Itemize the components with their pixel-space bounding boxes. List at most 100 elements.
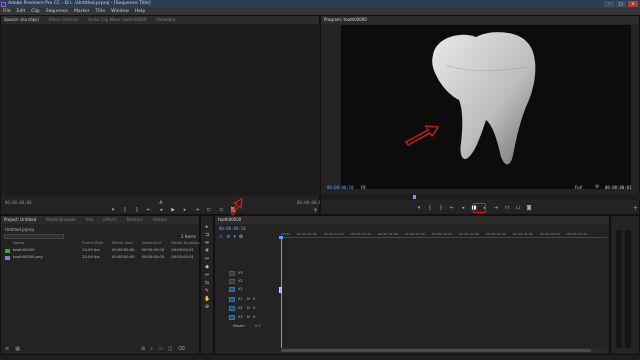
timeline-zoom-scrollbar[interactable]	[281, 348, 607, 352]
new-item-icon[interactable]: ◫	[168, 346, 173, 352]
goto-in-icon[interactable]: ⇤	[448, 205, 456, 211]
lift-icon[interactable]: ⊓	[503, 205, 511, 211]
rate-stretch-tool-icon[interactable]: ↔	[204, 256, 210, 262]
solo-icon[interactable]: S	[253, 306, 255, 310]
marker-icon[interactable]: ▾	[415, 205, 423, 211]
add-button-icon[interactable]: +	[633, 205, 638, 212]
tab-sequence[interactable]: tooth00000	[218, 216, 241, 224]
program-playhead[interactable]	[413, 195, 416, 199]
column-media-duration[interactable]: Media Duration	[171, 240, 201, 247]
scrollbar-thumb[interactable]	[281, 348, 591, 352]
program-timecode[interactable]: 00:00:00:10	[327, 185, 354, 190]
timeline-timecode[interactable]: 00:00:00:10	[219, 226, 246, 231]
minimize-button[interactable]: –	[604, 1, 614, 7]
toggle-sync-lock-icon[interactable]	[229, 271, 235, 276]
fit-dropdown[interactable]: Fit	[361, 185, 366, 190]
column-media-start[interactable]: Media Start	[112, 240, 142, 247]
solo-icon[interactable]: S	[253, 315, 255, 319]
column-frame-rate[interactable]: Frame Rate	[82, 240, 112, 247]
maximize-button[interactable]: □	[616, 1, 626, 7]
clear-icon[interactable]: ⌫	[177, 346, 184, 352]
column-media-end[interactable]: Media End	[142, 240, 172, 247]
out-icon[interactable]: }	[437, 205, 445, 211]
tab-source[interactable]: Source: (no clips)	[4, 16, 39, 24]
step-back-icon[interactable]: ◂	[157, 207, 165, 213]
tab-audio-clip-mixer[interactable]: Audio Clip Mixer: tooth00000	[88, 16, 146, 24]
timeline-ruler[interactable]: 00:00 00:00:05:00 00:00:10:00 00:00:15:0…	[281, 232, 607, 238]
mute-icon[interactable]: M	[247, 297, 250, 301]
master-level[interactable]: 0.0	[255, 324, 261, 328]
marker-icon[interactable]: ▾	[109, 207, 117, 213]
in-icon[interactable]: {	[426, 205, 434, 211]
add-button-icon[interactable]: +	[313, 207, 318, 214]
tab-effect-controls[interactable]: Effect Controls	[49, 16, 78, 24]
step-fwd-icon[interactable]: ▸	[181, 207, 189, 213]
tab-project[interactable]: Project: Untitled	[4, 216, 36, 224]
find-icon[interactable]: ⌕	[150, 346, 153, 352]
search-input[interactable]	[4, 234, 64, 239]
close-button[interactable]: ✕	[628, 1, 638, 7]
goto-out-icon[interactable]: ⇥	[193, 207, 201, 213]
tab-effects[interactable]: Effects	[103, 216, 117, 224]
tab-media-browser[interactable]: Media Browser	[46, 216, 76, 224]
menu-help[interactable]: Help	[135, 8, 145, 15]
export-frame-icon[interactable]: ◙	[525, 205, 533, 211]
source-timecode[interactable]: 00;00;00;00	[5, 200, 32, 205]
timeline-playhead[interactable]	[281, 236, 282, 350]
menu-title[interactable]: Title	[96, 8, 106, 15]
step-back-icon[interactable]: ◂	[459, 205, 467, 211]
column-name[interactable]: Name	[5, 240, 82, 247]
tab-history[interactable]: History	[153, 216, 167, 224]
tab-markers[interactable]: Markers	[127, 216, 143, 224]
goto-out-icon[interactable]: ⇥	[492, 205, 500, 211]
list-item[interactable]: tooth00000.png 25.00 fps 00:00:00:00 00:…	[5, 254, 201, 261]
source-patch-a3-icon[interactable]	[229, 315, 235, 320]
slip-tool-icon[interactable]: ⇔	[204, 272, 210, 278]
settings-wrench-icon[interactable]: ⚙	[595, 184, 599, 190]
source-viewer[interactable]	[1, 24, 321, 196]
add-marker-icon[interactable]: ▾	[233, 234, 236, 240]
program-scrub-bar[interactable]	[321, 194, 640, 200]
source-patch-a1-icon[interactable]	[229, 297, 235, 302]
tab-metadata[interactable]: Metadata	[156, 16, 175, 24]
menu-file[interactable]: File	[3, 8, 11, 15]
linked-selection-icon[interactable]: ⊚	[226, 234, 230, 240]
overwrite-icon[interactable]: ⊐	[217, 207, 225, 213]
hand-tool-icon[interactable]: ✋	[204, 296, 210, 302]
track-select-tool-icon[interactable]: ⇉	[204, 232, 210, 238]
timeline-playhead-handle[interactable]	[279, 236, 283, 239]
program-viewer[interactable]	[341, 25, 631, 189]
razor-tool-icon[interactable]: ◆	[204, 264, 210, 270]
timeline-clip[interactable]	[279, 287, 282, 293]
quality-dropdown[interactable]: Full	[575, 185, 582, 190]
snap-icon[interactable]: ⊂	[219, 234, 223, 240]
menu-marker[interactable]: Marker	[74, 8, 90, 15]
out-icon[interactable]: }	[133, 207, 141, 213]
source-patch-v1-icon[interactable]	[229, 287, 235, 292]
in-icon[interactable]: {	[121, 207, 129, 213]
timeline-settings-wrench-icon[interactable]: ⚙	[239, 234, 243, 240]
extract-icon[interactable]: ⊔	[514, 205, 522, 211]
tab-info[interactable]: Info	[86, 216, 94, 224]
menu-clip[interactable]: Clip	[31, 8, 40, 15]
automate-icon[interactable]: ⊞	[141, 346, 145, 352]
new-bin-icon[interactable]: ▭	[158, 346, 163, 352]
zoom-tool-icon[interactable]: ⊕	[204, 304, 210, 310]
toggle-sync-lock-icon[interactable]	[229, 279, 235, 284]
menu-edit[interactable]: Edit	[17, 8, 26, 15]
source-patch-a2-icon[interactable]	[229, 306, 235, 311]
goto-in-icon[interactable]: ⇤	[145, 207, 153, 213]
mute-icon[interactable]: M	[247, 315, 250, 319]
pen-tool-icon[interactable]: ✎	[204, 288, 210, 294]
slide-tool-icon[interactable]: ⇆	[204, 280, 210, 286]
mute-icon[interactable]: M	[247, 306, 250, 310]
play-icon[interactable]: ▶	[169, 207, 177, 213]
list-item[interactable]: tooth00000 25.00 fps 00:00:00:00 00:00:0…	[5, 247, 201, 254]
icon-view-icon[interactable]: ▦	[15, 346, 20, 352]
menu-sequence[interactable]: Sequence	[46, 8, 68, 15]
rolling-edit-tool-icon[interactable]: #	[204, 248, 210, 254]
tab-program[interactable]: Program: tooth00000	[324, 16, 367, 24]
selection-tool-icon[interactable]: ▸	[204, 224, 210, 230]
solo-icon[interactable]: S	[253, 297, 255, 301]
ripple-edit-tool-icon[interactable]: ⇹	[204, 240, 210, 246]
